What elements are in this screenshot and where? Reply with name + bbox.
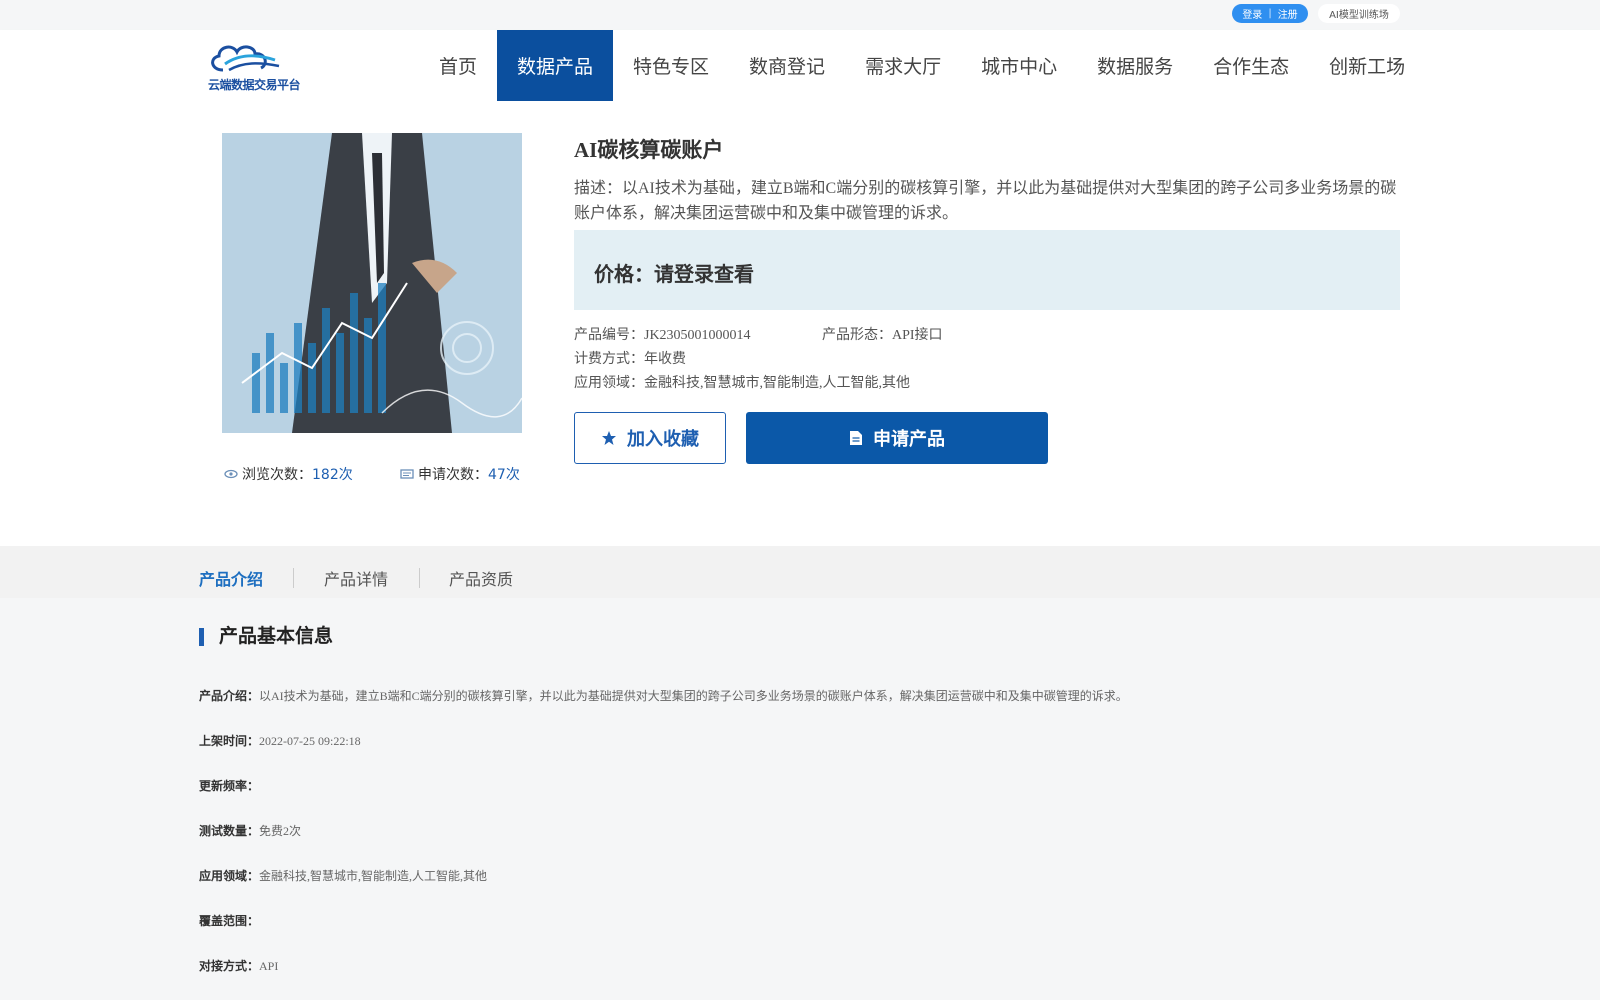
info-key: 产品介绍：	[199, 689, 260, 703]
login-separator: |	[1268, 8, 1272, 19]
info-row-listed-time: 上架时间：2022-07-25 09:22:18	[199, 732, 361, 749]
login-link[interactable]: 登录	[1242, 6, 1262, 21]
ai-training-link[interactable]: AI模型训练场	[1318, 4, 1400, 23]
eye-icon	[224, 469, 238, 479]
nav-item-data-services[interactable]: 数据服务	[1077, 30, 1193, 101]
star-icon	[602, 431, 616, 445]
applies-stat: 申请次数： 47次	[400, 464, 520, 484]
product-image	[222, 133, 522, 433]
info-key: 更新频率：	[199, 779, 260, 793]
apply-product-label: 申请产品	[873, 429, 945, 450]
tab-divider	[419, 568, 420, 588]
apply-product-button[interactable]: 申请产品	[746, 412, 1048, 464]
info-row-coverage: 覆盖范围：	[199, 912, 259, 929]
nav-item-featured[interactable]: 特色专区	[613, 30, 729, 101]
login-register-pill: 登录 | 注册	[1232, 4, 1308, 23]
nav-item-demand-hall[interactable]: 需求大厅	[845, 30, 961, 101]
basic-info-section: 产品基本信息 产品介绍：以AI技术为基础，建立B端和C端分别的碳核算引擎，并以此…	[0, 598, 1600, 1000]
info-row-intro: 产品介绍：以AI技术为基础，建立B端和C端分别的碳核算引擎，并以此为基础提供对大…	[199, 687, 1128, 704]
info-row-test-quantity: 测试数量：免费2次	[199, 822, 301, 839]
tab-product-qualifications[interactable]: 产品资质	[449, 566, 513, 598]
add-favorite-button[interactable]: 加入收藏	[574, 412, 726, 464]
price-box: 价格：请登录查看	[574, 230, 1400, 310]
logo-text: 云端数据交易平台	[208, 78, 301, 92]
applies-value: 47次	[488, 467, 520, 483]
views-label: 浏览次数：	[242, 467, 312, 483]
tab-divider	[293, 568, 294, 588]
section-title: 产品基本信息	[199, 627, 333, 646]
info-value: API	[259, 959, 279, 973]
add-favorite-label: 加入收藏	[627, 429, 699, 450]
product-tabs: 产品介绍 产品详情 产品资质	[0, 546, 1600, 600]
info-row-update-frequency: 更新频率：	[199, 777, 259, 794]
top-utility-bar: 登录 | 注册 AI模型训练场	[0, 0, 1600, 30]
views-stat: 浏览次数： 182次	[224, 464, 353, 484]
info-key: 覆盖范围：	[199, 914, 260, 928]
info-key: 应用领域：	[199, 869, 260, 883]
nav-item-city-center[interactable]: 城市中心	[961, 30, 1077, 101]
product-form: 产品形态：API接口	[822, 328, 943, 343]
nav-item-merchant-registration[interactable]: 数商登记	[729, 30, 845, 101]
info-value: 免费2次	[259, 824, 302, 838]
nav-item-innovation[interactable]: 创新工场	[1309, 30, 1425, 101]
product-code: 产品编号：JK2305001000014	[574, 328, 751, 343]
cloud-logo-icon	[211, 45, 280, 72]
info-key: 测试数量：	[199, 824, 260, 838]
document-icon	[400, 469, 414, 479]
price-text: 价格：请登录查看	[594, 264, 754, 286]
site-logo[interactable]: 云端数据交易平台	[205, 40, 301, 94]
views-value: 182次	[312, 467, 353, 483]
business-chart-illustration	[222, 133, 522, 433]
product-description: 描述：以AI技术为基础，建立B端和C端分别的碳核算引擎，并以此为基础提供对大型集…	[574, 180, 1397, 222]
info-value: 以AI技术为基础，建立B端和C端分别的碳核算引擎，并以此为基础提供对大型集团的跨…	[259, 689, 1128, 703]
info-value: 2022-07-25 09:22:18	[259, 734, 361, 748]
site-header: 云端数据交易平台 首页 数据产品 特色专区 数商登记 需求大厅 城市中心 数据服…	[0, 30, 1600, 102]
info-row-application-domain: 应用领域：金融科技,智慧城市,智能制造,人工智能,其他	[199, 867, 487, 884]
document-icon	[850, 431, 862, 445]
info-value: 金融科技,智慧城市,智能制造,人工智能,其他	[259, 869, 488, 883]
tab-product-details[interactable]: 产品详情	[324, 566, 388, 598]
register-link[interactable]: 注册	[1278, 6, 1298, 21]
nav-item-ecosystem[interactable]: 合作生态	[1193, 30, 1309, 101]
nav-item-home[interactable]: 首页	[419, 30, 497, 101]
applies-label: 申请次数：	[418, 467, 488, 483]
product-summary: 浏览次数： 182次 申请次数： 47次 AI碳核算碳账户 描述：以AI技术为基…	[0, 102, 1600, 546]
application-domain: 应用领域：金融科技,智慧城市,智能制造,人工智能,其他	[574, 376, 910, 391]
billing-method: 计费方式：年收费	[574, 352, 686, 367]
info-key: 对接方式：	[199, 959, 260, 973]
tab-product-intro[interactable]: 产品介绍	[199, 566, 264, 600]
product-title: AI碳核算碳账户	[574, 138, 724, 162]
info-row-integration-method: 对接方式：API	[199, 957, 278, 974]
nav-item-data-products[interactable]: 数据产品	[497, 30, 614, 101]
main-nav: 首页 数据产品 特色专区 数商登记 需求大厅 城市中心 数据服务 合作生态 创新…	[419, 30, 1425, 101]
info-key: 上架时间：	[199, 734, 260, 748]
